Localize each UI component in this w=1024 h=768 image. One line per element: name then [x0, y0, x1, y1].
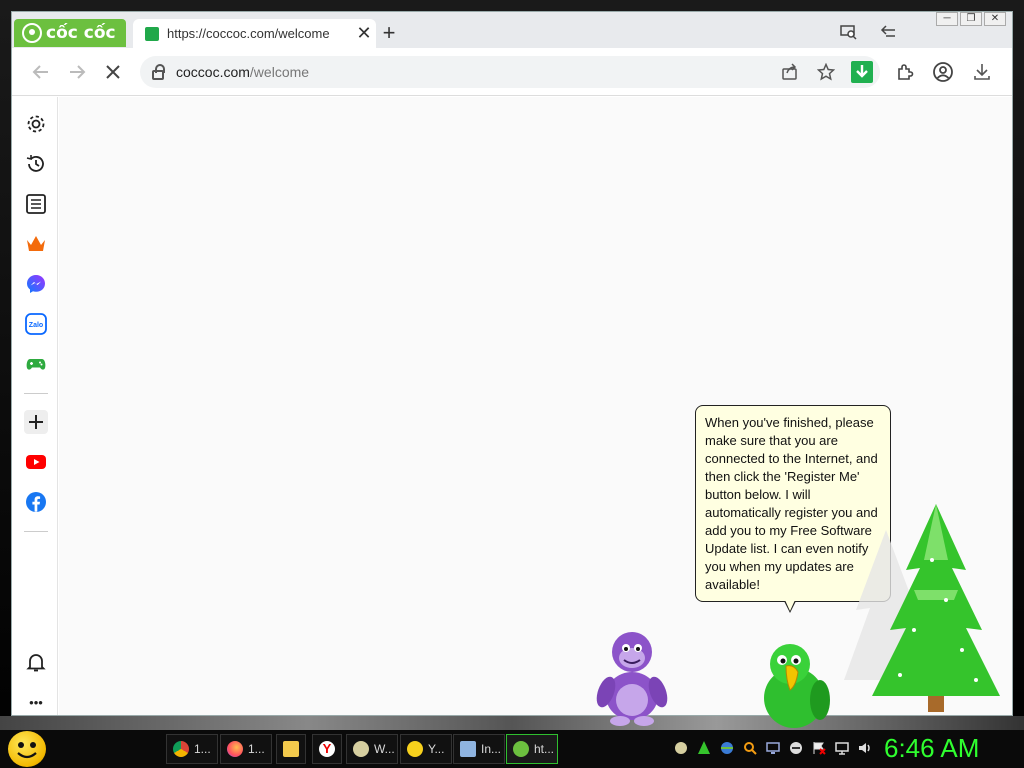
lock-icon [152, 63, 165, 80]
back-button[interactable] [28, 59, 54, 85]
christmas-tree-decoration [836, 500, 1014, 722]
sidebar-item-facebook[interactable] [24, 490, 48, 514]
sidebar-divider [24, 393, 48, 394]
tray-bonzi-icon[interactable] [672, 738, 690, 758]
coccoc-menu-button[interactable]: cốc cốc [14, 19, 126, 47]
address-bar[interactable]: coccoc.com/welcome [140, 56, 880, 88]
profile-icon[interactable] [930, 59, 956, 85]
sidebar-item-more[interactable]: ••• [24, 690, 48, 714]
firefox-icon [227, 741, 243, 757]
sidebar-item-reading-list[interactable] [24, 192, 48, 216]
close-window-button[interactable]: ✕ [984, 12, 1006, 26]
tray-network-icon[interactable] [764, 738, 782, 758]
tray-globe-icon[interactable] [718, 738, 736, 758]
tray-tree-icon[interactable] [695, 738, 713, 758]
tray-search-icon[interactable] [741, 738, 759, 758]
messenger-icon [27, 275, 45, 293]
sidebar-item-settings[interactable] [24, 112, 48, 136]
sidebar-item-history[interactable] [24, 152, 48, 176]
tab-search-back-icon[interactable] [878, 24, 900, 42]
forward-button[interactable] [64, 59, 90, 85]
coccoc-logo-icon [22, 23, 42, 43]
window-controls: ─ ❐ ✕ [936, 12, 1006, 26]
bookmark-star-icon[interactable] [814, 60, 838, 84]
tab-welcome[interactable]: https://coccoc.com/welcome ✕ [133, 19, 376, 48]
bonzi-app-icon [353, 741, 369, 757]
stop-loading-button[interactable] [100, 59, 126, 85]
taskbar-label: ht... [534, 742, 555, 756]
facebook-icon [26, 492, 46, 512]
taskbar-button-coccoc[interactable]: ht... [506, 734, 558, 764]
taskbar-clock: 6:46 AM [884, 733, 980, 763]
taskbar-label: Y... [428, 742, 445, 756]
taskbar-label: 1... [248, 742, 265, 756]
minimize-button[interactable]: ─ [936, 12, 958, 26]
tray-flag-icon[interactable] [810, 738, 828, 758]
screen-search-icon[interactable] [838, 24, 860, 42]
start-smiley-button[interactable] [8, 731, 46, 767]
installer-icon [460, 741, 476, 757]
tab-title: https://coccoc.com/welcome [167, 26, 330, 41]
chrome-icon [173, 741, 189, 757]
url-host: coccoc.com [176, 64, 250, 80]
taskbar-button-yandex[interactable]: Y [312, 734, 342, 764]
taskbar-button-folder[interactable] [276, 734, 306, 764]
taskbar-button-chrome[interactable]: 1... [166, 734, 218, 764]
downloads-icon[interactable] [969, 59, 995, 85]
tray-volume-icon[interactable] [856, 738, 874, 758]
toolbar: coccoc.com/welcome [12, 48, 1012, 126]
plus-icon [29, 415, 43, 429]
system-tray [672, 738, 874, 758]
tab-strip: cốc cốc https://coccoc.com/welcome ✕ + ─… [12, 12, 1012, 48]
zalo-icon: Zalo [25, 313, 47, 335]
taskbar-label: 1... [194, 742, 211, 756]
sidebar-item-zalo[interactable]: Zalo [24, 312, 48, 336]
yandex-icon: Y [319, 741, 335, 757]
bell-icon [26, 654, 46, 672]
sidebar-item-notifications[interactable] [24, 650, 48, 674]
bonzi-gorilla-character[interactable] [588, 626, 676, 726]
extensions-icon[interactable] [892, 59, 918, 85]
sidebar-item-games[interactable] [24, 352, 48, 376]
taskbar-button-bonzi[interactable]: W... [346, 734, 398, 764]
taskbar-label: In... [481, 742, 502, 756]
sidebar-item-youtube[interactable] [24, 450, 48, 474]
tab-favicon-icon [145, 26, 159, 41]
taskbar: 1... 1... Y W... Y... In... ht... 6:46 A… [0, 730, 1024, 768]
youtube-icon [26, 455, 46, 469]
green-parrot-character[interactable] [752, 640, 838, 730]
coccoc-icon [513, 741, 529, 757]
new-tab-button[interactable]: + [376, 22, 402, 46]
history-icon [26, 155, 44, 172]
tray-monitor-icon[interactable] [833, 738, 851, 758]
sidebar-item-messenger[interactable] [24, 272, 48, 296]
gear-icon [27, 115, 45, 133]
sidebar-divider [24, 531, 48, 532]
crown-icon [27, 236, 45, 251]
gamepad-icon [26, 359, 46, 370]
tab-close-button[interactable]: ✕ [352, 23, 376, 44]
smiley-icon [407, 741, 423, 757]
taskbar-label: W... [374, 742, 395, 756]
zalo-label: Zalo [29, 322, 43, 329]
tray-minus-icon[interactable] [787, 738, 805, 758]
savior-download-icon[interactable] [850, 60, 874, 84]
brand-label: cốc cốc [46, 23, 116, 43]
taskbar-button-firefox[interactable]: 1... [220, 734, 272, 764]
sidebar-item-add[interactable] [24, 410, 48, 434]
maximize-button[interactable]: ❐ [960, 12, 982, 26]
taskbar-button-installer[interactable]: In... [453, 734, 505, 764]
taskbar-button-smiley[interactable]: Y... [400, 734, 452, 764]
list-icon [26, 194, 46, 214]
url-path: /welcome [249, 64, 310, 80]
sidebar: Zalo ••• [12, 97, 58, 715]
share-icon[interactable] [778, 60, 802, 84]
folder-icon [283, 741, 299, 757]
sidebar-item-crown[interactable] [24, 232, 48, 256]
